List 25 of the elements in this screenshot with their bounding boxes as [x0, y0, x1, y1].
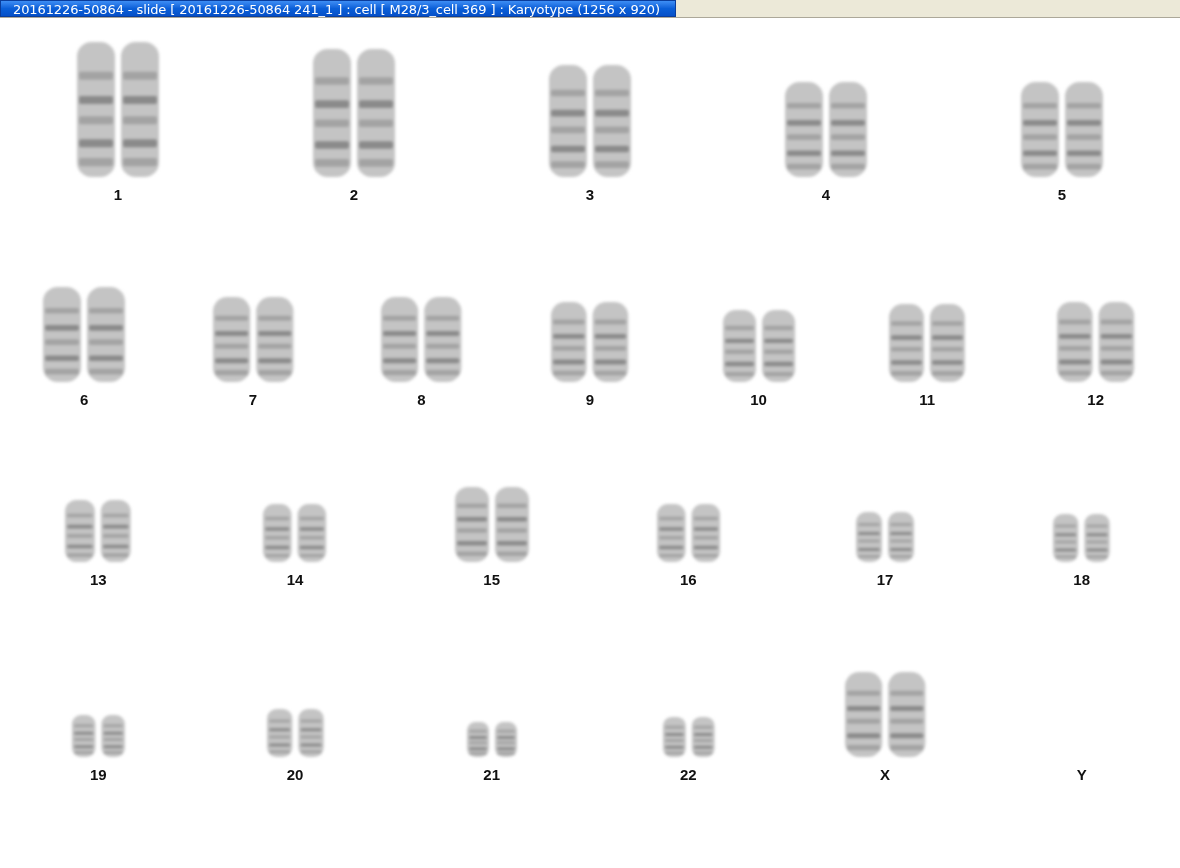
chromosome-label: 11: [919, 392, 936, 408]
chromosome-label: Y: [1076, 767, 1087, 783]
chromosome-label: 6: [80, 392, 89, 408]
chromosome-label: 4: [821, 187, 831, 203]
chromosome-label: 21: [483, 767, 500, 783]
chromosome-label: 2: [349, 187, 359, 203]
chromosome-label: 13: [90, 572, 107, 588]
chromosome-label: 7: [248, 392, 257, 408]
chromosome-label: 18: [1073, 572, 1090, 588]
chromosome-label: 16: [680, 572, 697, 588]
chromosome-label: 10: [750, 392, 767, 408]
chromosome-label: 19: [90, 767, 107, 783]
chromosome-label: 15: [483, 572, 500, 588]
chromosome-label: 1: [113, 187, 123, 203]
chromosome-label: 22: [680, 767, 697, 783]
chromosome-label: 3: [585, 187, 595, 203]
window-title: 20161226-50864 - slide [ 20161226-50864 241_1 ] : cell [ M28/3_cell 369 ] : Karyotype (1256 x 920): [0, 0, 676, 17]
chromosome-label: 5: [1057, 187, 1067, 203]
chromosome-label: 20: [286, 767, 304, 783]
chromosome-label: 9: [585, 392, 595, 408]
chromosome-label: 14: [286, 572, 304, 588]
chromosome-label: 8: [417, 392, 426, 408]
chromosome-label: 12: [1087, 392, 1105, 408]
chromosome-label: 17: [876, 572, 894, 588]
chromosome-label: X: [880, 767, 890, 783]
